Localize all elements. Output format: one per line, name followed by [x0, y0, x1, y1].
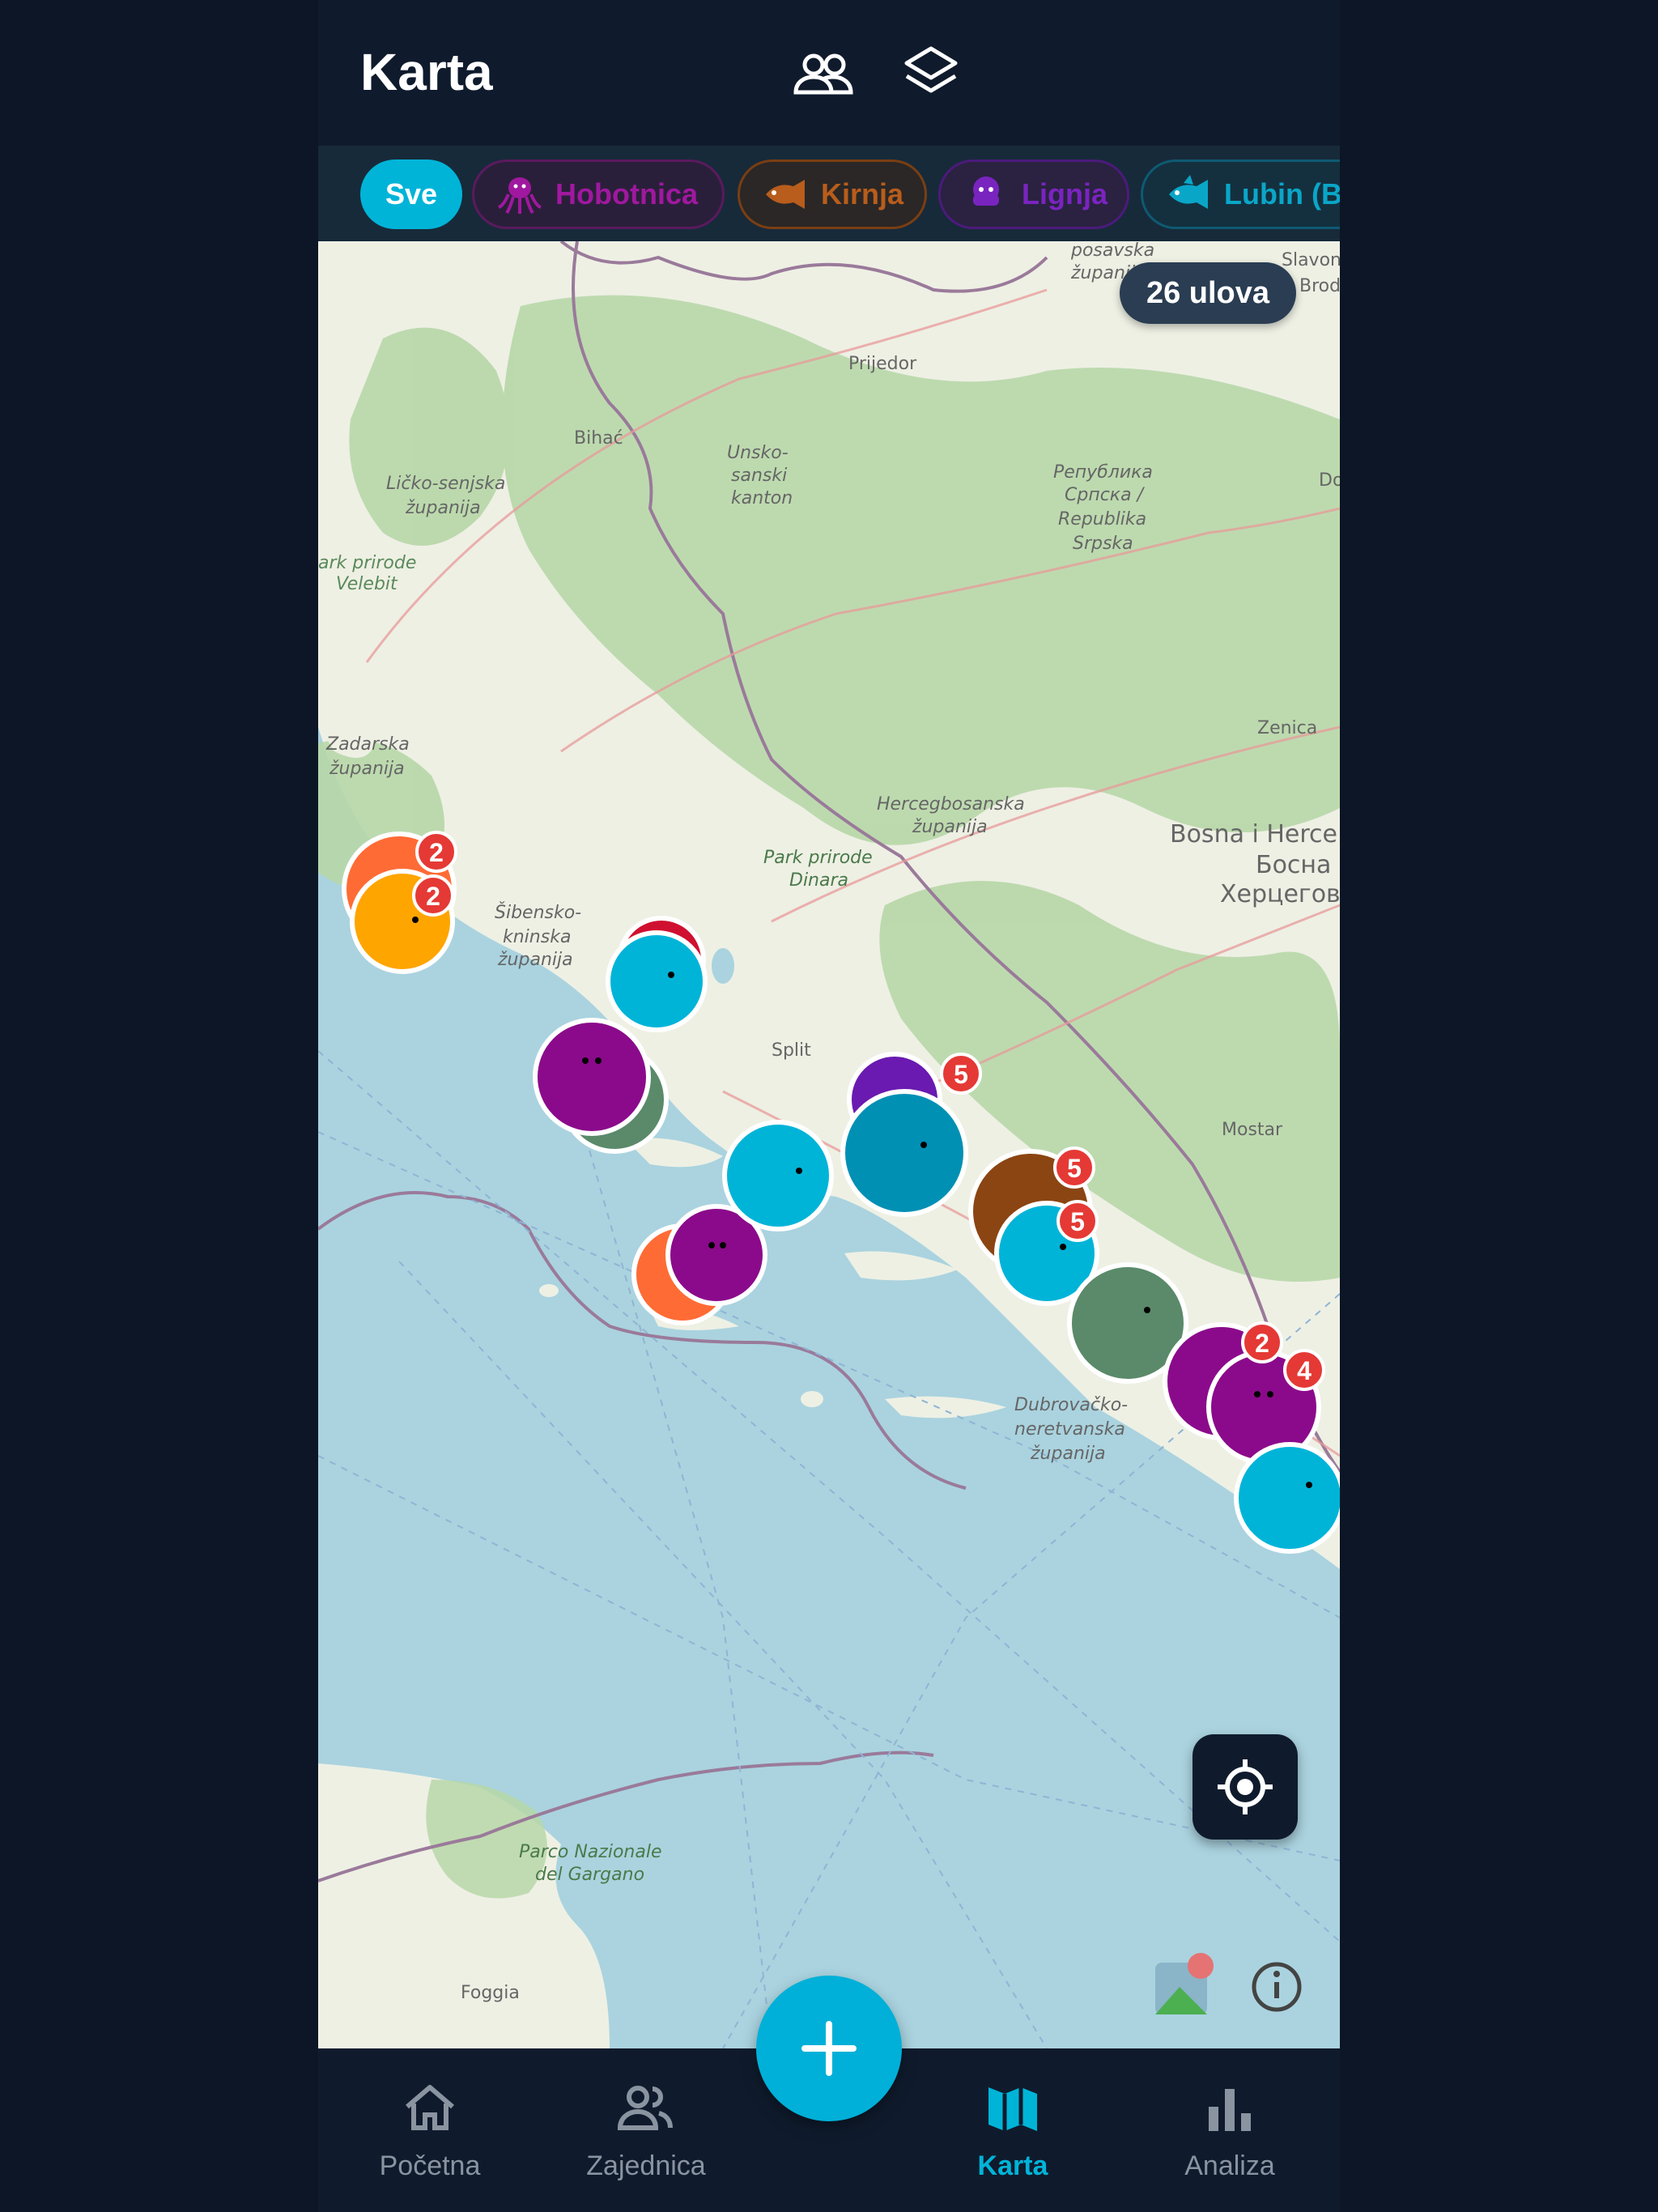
map-label-bih-1: Bosna i Herce — [1170, 820, 1337, 849]
fish-icon — [766, 180, 805, 209]
nav-item-zajednica[interactable]: Zajednica — [557, 2078, 735, 2182]
badge-1: 2 — [415, 831, 457, 873]
filter-chip-label: Hobotnica — [555, 177, 698, 211]
badge-count: 4 — [1297, 1356, 1312, 1385]
map-label-dinara-1: Park prirode — [763, 848, 873, 868]
map-label-licko-1: Ličko-senjska — [386, 474, 505, 494]
map-label-republika-4: Srpska — [1073, 534, 1133, 554]
map-label-sibensko-3: županija — [497, 950, 573, 970]
map-label-zadarska-2: županija — [329, 759, 405, 779]
nav-label: Početna — [379, 2150, 481, 2181]
map-canvas[interactable]: posavska županija Slavon Brod Prijedor B… — [318, 241, 1340, 2048]
locate-me-button[interactable] — [1192, 1734, 1298, 1840]
badge-count: 5 — [1067, 1154, 1082, 1183]
badge-count: 5 — [954, 1060, 968, 1089]
top-app-bar: Karta — [318, 0, 1340, 146]
filter-chip-all[interactable]: Sve — [360, 160, 462, 229]
map-label-sibensko-2: kninska — [503, 927, 571, 947]
info-icon[interactable] — [1252, 1962, 1302, 2012]
filter-chip-label: Kirnja — [821, 177, 904, 211]
layers-icon[interactable] — [897, 40, 965, 108]
nav-label: Analiza — [1184, 2150, 1275, 2181]
chart-icon — [1209, 2089, 1251, 2131]
map-label-gargano-2: del Gargano — [535, 1865, 644, 1885]
map-label-prijedor: Prijedor — [848, 354, 917, 374]
map-label-mostar: Mostar — [1222, 1120, 1283, 1140]
badge-count: 5 — [1070, 1207, 1085, 1236]
marker-cyan[interactable] — [606, 930, 708, 1032]
map-label-brod: Brod — [1299, 276, 1340, 296]
map-icon — [988, 2087, 1037, 2131]
map-label-do: Do — [1319, 470, 1340, 491]
map-label-sibensko-1: Šibensko- — [495, 902, 581, 923]
nav-item-analiza[interactable]: Analiza — [1141, 2078, 1319, 2182]
page-title: Karta — [360, 43, 493, 101]
group-icon[interactable] — [789, 40, 857, 108]
map-label-bih-2: Босна и — [1256, 851, 1340, 879]
badge-6: 2 — [1241, 1321, 1283, 1363]
map-view[interactable]: posavska županija Slavon Brod Prijedor B… — [318, 241, 1340, 2048]
species-filter-bar: Sve Hobotnica Kirnja Lignja Lubin (B — [318, 146, 1340, 241]
octopus-icon — [498, 177, 542, 215]
map-label-posavska: posavska — [1070, 241, 1154, 261]
badge-3: 5 — [940, 1053, 982, 1095]
badge-5: 5 — [1056, 1200, 1099, 1242]
badge-4: 5 — [1053, 1146, 1095, 1189]
map-label-split: Split — [772, 1040, 811, 1061]
filter-chip-label: Sve — [385, 177, 438, 211]
add-catch-button[interactable] — [756, 1976, 902, 2121]
badge-count: 2 — [426, 882, 440, 911]
badge-count: 2 — [1255, 1329, 1269, 1358]
home-icon — [406, 2085, 454, 2130]
map-label-republika-2: Српска / — [1065, 485, 1146, 505]
map-label-zenica: Zenica — [1257, 718, 1317, 738]
nav-label: Karta — [977, 2150, 1048, 2181]
plus-icon — [801, 2021, 857, 2076]
map-label-dubrovacko-2: neretvanska — [1014, 1419, 1125, 1440]
marker-cyan-2[interactable] — [722, 1120, 834, 1231]
catch-count-badge: 26 ulova — [1120, 262, 1296, 324]
map-label-unsko-1: Unsko- — [727, 443, 789, 463]
map-label-hercegbosanska-2: županija — [912, 817, 988, 837]
marker-cyan-4[interactable] — [1234, 1442, 1340, 1554]
nav-item-pocetna[interactable]: Početna — [341, 2078, 519, 2182]
map-label-velebit-2: Velebit — [336, 574, 398, 594]
filter-chip-lubin[interactable]: Lubin (B — [1141, 160, 1340, 229]
map-label-slavon: Slavon — [1282, 250, 1340, 270]
filter-chip-label: Lignja — [1022, 177, 1107, 211]
map-label-licko-2: županija — [405, 498, 481, 518]
crosshair-icon — [1218, 1759, 1273, 1814]
map-label-bih-3: Херцегов — [1220, 880, 1340, 908]
marker-teal[interactable] — [840, 1089, 968, 1217]
map-label-hercegbosanska-1: Hercegbosanska — [877, 794, 1025, 815]
filter-chip-kirnja[interactable]: Kirnja — [738, 160, 927, 229]
map-label-zadarska-1: Zadarska — [325, 734, 410, 755]
community-icon — [617, 2086, 673, 2130]
nav-item-karta[interactable]: Karta — [924, 2078, 1102, 2182]
badge-2: 2 — [412, 874, 454, 917]
badge-7: 4 — [1283, 1349, 1325, 1391]
fish-icon — [1169, 175, 1208, 209]
app-screen: Karta Sve Hobotnica Kirnja Lignja Lubin … — [318, 0, 1340, 2212]
map-label-unsko-3: kanton — [731, 488, 793, 508]
map-label-foggia: Foggia — [461, 1983, 520, 2003]
badge-count: 2 — [429, 838, 444, 867]
map-label-unsko-2: sanski — [731, 466, 787, 486]
filter-chip-label: Lubin (B — [1224, 177, 1340, 211]
map-label-dubrovacko-1: Dubrovačko- — [1014, 1395, 1128, 1415]
map-label-republika-1: Република — [1053, 462, 1153, 483]
marker-purple[interactable] — [533, 1018, 651, 1136]
map-label-dubrovacko-3: županija — [1030, 1444, 1106, 1464]
map-label-dinara-2: Dinara — [789, 870, 848, 891]
nav-label: Zajednica — [586, 2150, 706, 2181]
squid-icon — [973, 177, 999, 206]
filter-chip-hobotnica[interactable]: Hobotnica — [472, 160, 725, 229]
filter-chip-lignja[interactable]: Lignja — [938, 160, 1129, 229]
map-label-bihac: Bihać — [574, 428, 623, 449]
map-provider-icon[interactable] — [1155, 1953, 1214, 2014]
map-label-gargano-1: Parco Nazionale — [519, 1842, 661, 1862]
map-label-republika-3: Republika — [1058, 509, 1146, 530]
map-label-velebit-1: ark prirode — [318, 553, 416, 573]
